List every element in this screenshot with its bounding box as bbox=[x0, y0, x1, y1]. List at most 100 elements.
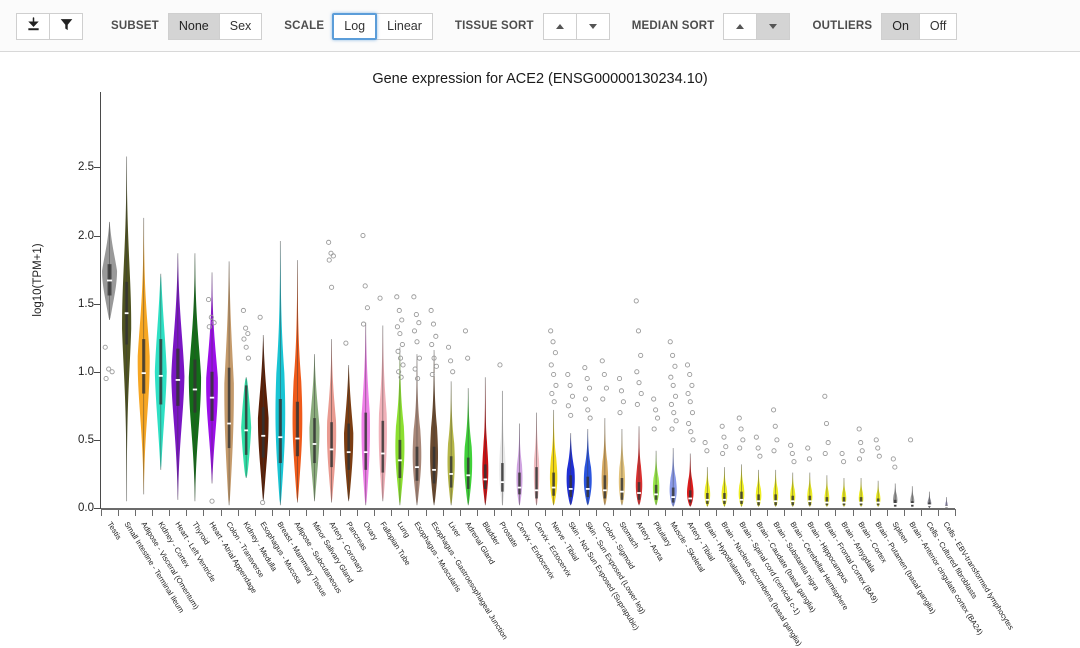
iqr-box bbox=[210, 371, 214, 421]
violin-26[interactable] bbox=[533, 412, 540, 506]
violin-8[interactable] bbox=[224, 261, 234, 506]
outlier-point bbox=[416, 320, 422, 326]
violin-18[interactable] bbox=[394, 294, 406, 506]
violin-31[interactable] bbox=[616, 376, 626, 506]
iqr-box bbox=[637, 482, 641, 500]
outlier-point bbox=[667, 339, 673, 345]
violin-48[interactable] bbox=[908, 437, 915, 507]
outlier-point bbox=[416, 355, 423, 361]
violin-7[interactable] bbox=[206, 272, 218, 504]
violin-4[interactable] bbox=[154, 273, 167, 470]
violin-50[interactable] bbox=[944, 497, 949, 508]
subset-label: SUBSET bbox=[111, 20, 159, 32]
violin-43[interactable] bbox=[822, 393, 831, 507]
violin-20[interactable] bbox=[428, 307, 439, 506]
violin-42[interactable] bbox=[805, 445, 813, 507]
outlier-point bbox=[757, 453, 763, 459]
outlier-point bbox=[600, 396, 606, 402]
median-sort-asc-button[interactable] bbox=[723, 12, 758, 40]
violin-2[interactable] bbox=[122, 156, 132, 502]
violin-16[interactable] bbox=[360, 232, 370, 506]
outlier-point bbox=[582, 365, 588, 371]
violin-6[interactable] bbox=[188, 253, 202, 502]
outlier-point bbox=[209, 498, 215, 504]
outlier-point bbox=[497, 362, 503, 368]
violin-45[interactable] bbox=[856, 426, 865, 507]
iqr-box bbox=[159, 339, 163, 405]
outliers-option-on[interactable]: On bbox=[881, 12, 920, 40]
iqr-box bbox=[603, 475, 607, 499]
violin-3[interactable] bbox=[137, 217, 150, 495]
outlier-point bbox=[688, 429, 694, 435]
outlier-point bbox=[723, 444, 729, 450]
violin-5[interactable] bbox=[171, 253, 185, 500]
violin-40[interactable] bbox=[771, 407, 780, 507]
violin-21[interactable] bbox=[445, 344, 456, 506]
violin-29[interactable] bbox=[582, 365, 593, 506]
violin-15[interactable] bbox=[343, 340, 354, 502]
violin-series-group bbox=[102, 156, 949, 508]
scale-option-linear[interactable]: Linear bbox=[376, 12, 433, 40]
iqr-box bbox=[569, 475, 573, 498]
outlier-point bbox=[616, 376, 623, 382]
violin-30[interactable] bbox=[599, 358, 609, 506]
tissue-sort-asc-button[interactable] bbox=[542, 12, 577, 40]
violin-47[interactable] bbox=[890, 456, 898, 507]
violin-22[interactable] bbox=[462, 328, 473, 506]
violin-41[interactable] bbox=[788, 442, 797, 507]
violin-46[interactable] bbox=[873, 437, 882, 507]
iqr-box bbox=[620, 478, 624, 500]
violin-23[interactable] bbox=[482, 377, 489, 506]
violin-49[interactable] bbox=[927, 491, 932, 508]
filter-button[interactable] bbox=[49, 12, 83, 40]
tissue-sort-desc-button[interactable] bbox=[575, 12, 610, 40]
outlier-point bbox=[651, 396, 657, 402]
iqr-box bbox=[842, 497, 846, 506]
violin-32[interactable] bbox=[633, 298, 644, 506]
violin-37[interactable] bbox=[719, 423, 729, 507]
violin-11[interactable] bbox=[275, 240, 286, 506]
scale-group: Log Linear bbox=[332, 12, 433, 40]
violin-35[interactable] bbox=[684, 362, 696, 507]
outlier-point bbox=[686, 420, 692, 427]
violin-25[interactable] bbox=[516, 423, 523, 506]
violin-34[interactable] bbox=[667, 339, 679, 507]
median-sort-label: MEDIAN SORT bbox=[631, 20, 715, 32]
download-button[interactable] bbox=[16, 12, 50, 40]
violin-12[interactable] bbox=[292, 260, 303, 503]
violin-38[interactable] bbox=[736, 415, 746, 507]
outliers-group: On Off bbox=[881, 12, 958, 40]
outlier-point bbox=[689, 410, 696, 416]
subset-option-none[interactable]: None bbox=[167, 12, 220, 40]
violin-36[interactable] bbox=[702, 440, 711, 507]
outlier-point bbox=[635, 328, 642, 334]
violin-19[interactable] bbox=[411, 294, 423, 506]
subset-option-sex[interactable]: Sex bbox=[218, 12, 263, 40]
violin-17[interactable] bbox=[377, 295, 387, 502]
outlier-point bbox=[636, 380, 642, 386]
violin-13[interactable] bbox=[309, 354, 320, 502]
outlier-point bbox=[788, 442, 794, 448]
outlier-point bbox=[689, 382, 695, 388]
scale-option-log[interactable]: Log bbox=[332, 12, 378, 40]
outliers-option-off[interactable]: Off bbox=[918, 12, 958, 40]
outlier-point bbox=[260, 500, 266, 506]
violin-39[interactable] bbox=[753, 434, 763, 507]
violin-33[interactable] bbox=[651, 396, 661, 506]
outlier-point bbox=[549, 391, 555, 397]
violin-44[interactable] bbox=[839, 450, 847, 507]
outlier-point bbox=[603, 385, 609, 391]
iqr-box bbox=[757, 494, 760, 506]
iqr-box bbox=[381, 420, 385, 473]
violin-28[interactable] bbox=[565, 371, 576, 506]
violin-14[interactable] bbox=[326, 239, 337, 503]
outlier-point bbox=[399, 341, 405, 348]
violin-10[interactable] bbox=[257, 314, 269, 506]
median-sort-desc-button[interactable] bbox=[756, 12, 791, 40]
outlier-point bbox=[360, 232, 366, 239]
violin-9[interactable] bbox=[240, 307, 252, 479]
outlier-point bbox=[548, 328, 554, 334]
violin-24[interactable] bbox=[497, 362, 506, 506]
violin-1[interactable] bbox=[102, 221, 118, 382]
violin-27[interactable] bbox=[548, 328, 559, 506]
